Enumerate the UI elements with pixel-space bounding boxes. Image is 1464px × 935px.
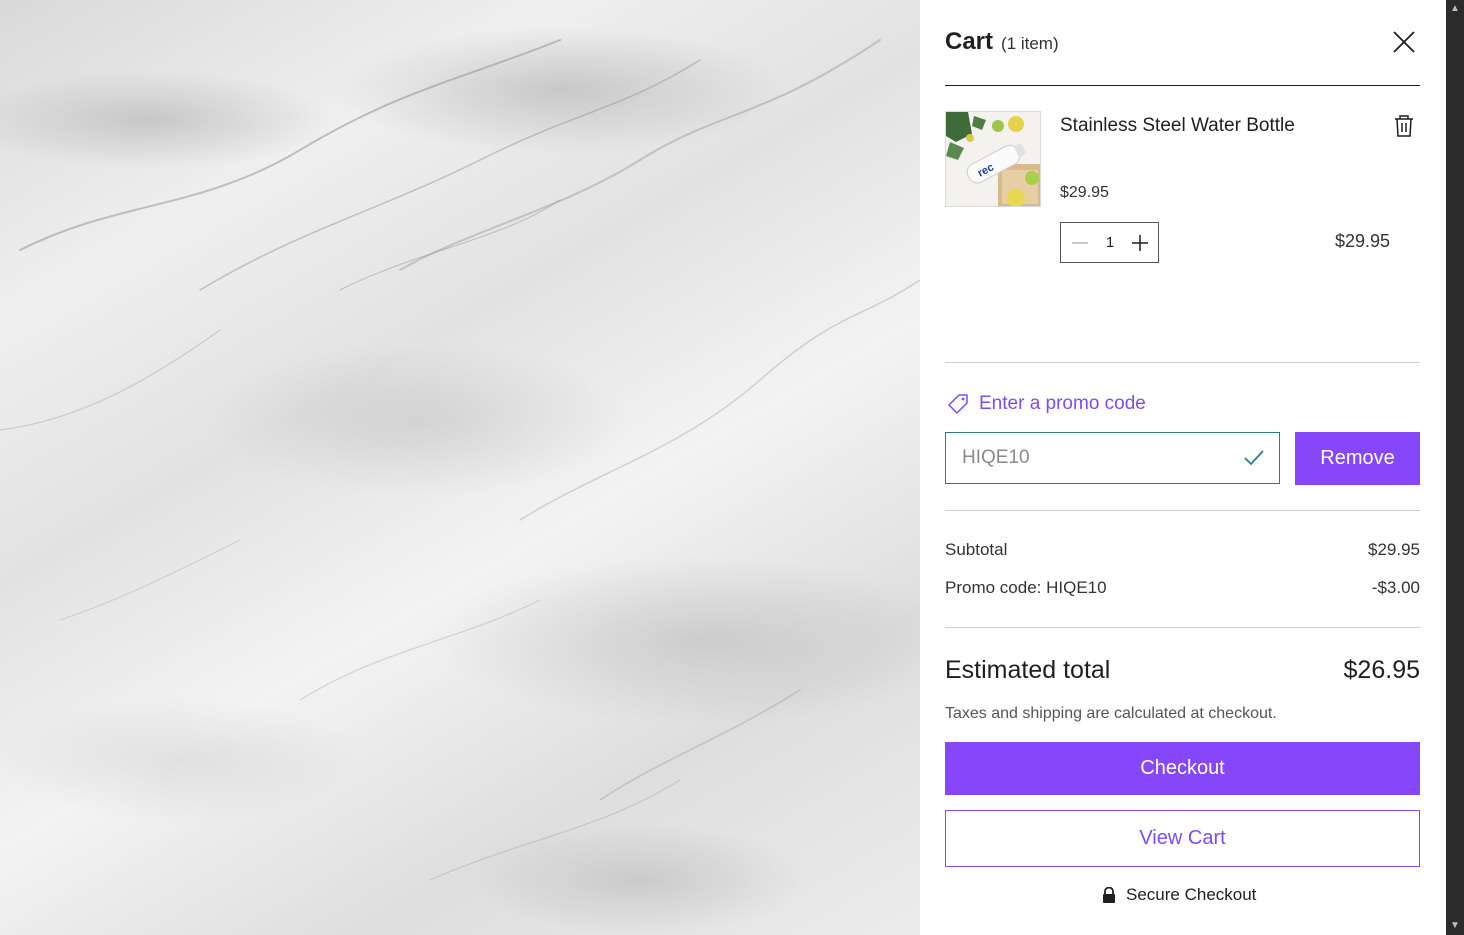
marble-veins <box>0 39 920 881</box>
secure-checkout-note: Secure Checkout <box>1102 884 1256 906</box>
promo-discount-label: Promo code: HIQE10 <box>945 578 1107 597</box>
product-image: rec <box>946 112 1040 206</box>
remove-item-button[interactable] <box>1393 114 1415 138</box>
promo-code-link-label: Enter a promo code <box>979 393 1146 414</box>
quantity-increase-button[interactable] <box>1129 232 1151 254</box>
estimated-total-value: $26.95 <box>1343 656 1420 684</box>
product-unit-price: $29.95 <box>1060 184 1109 201</box>
close-button[interactable] <box>1392 30 1416 54</box>
scroll-up-arrow-icon[interactable]: ▲ <box>1449 3 1461 15</box>
quantity-stepper: 1 <box>1060 222 1159 263</box>
estimated-total-label: Estimated total <box>945 656 1111 684</box>
cart-line-item: rec Stainless Steel Water Bottle $29.95 … <box>945 111 1420 363</box>
plus-icon <box>1132 235 1148 251</box>
promo-code-field <box>945 432 1280 484</box>
checkout-button[interactable]: Checkout <box>945 742 1420 795</box>
quantity-value[interactable]: 1 <box>1097 234 1123 251</box>
cart-panel: Cart (1 item) rec Stainless Steel Water … <box>920 0 1446 935</box>
divider <box>945 627 1420 628</box>
promo-code-input[interactable] <box>946 433 1236 483</box>
tax-shipping-note: Taxes and shipping are calculated at che… <box>945 705 1277 722</box>
divider <box>945 510 1420 511</box>
subtotal-value: $29.95 <box>1368 540 1420 559</box>
subtotal-label: Subtotal <box>945 540 1008 559</box>
cart-item-count: (1 item) <box>1001 34 1059 53</box>
cart-title: Cart <box>945 28 994 55</box>
trash-icon <box>1395 115 1413 137</box>
scrollbar[interactable]: ▲ ▼ <box>1446 0 1464 935</box>
lock-icon <box>1103 886 1115 903</box>
secure-checkout-label: Secure Checkout <box>1126 885 1257 904</box>
scroll-down-arrow-icon[interactable]: ▼ <box>1449 920 1461 932</box>
promo-code-link[interactable]: Enter a promo code <box>947 392 1146 416</box>
view-cart-button[interactable]: View Cart <box>945 810 1420 867</box>
line-total: $29.95 <box>1334 231 1390 251</box>
minus-icon <box>1072 242 1088 244</box>
close-icon <box>1393 31 1415 53</box>
quantity-decrease-button[interactable] <box>1069 232 1091 254</box>
promo-discount-value: -$3.00 <box>1371 578 1420 597</box>
marble-background <box>0 0 920 935</box>
check-icon <box>1244 450 1264 466</box>
product-name[interactable]: Stainless Steel Water Bottle <box>1060 112 1300 140</box>
tag-icon <box>948 394 968 414</box>
cart-header: Cart (1 item) <box>945 26 1420 86</box>
product-thumbnail[interactable]: rec <box>945 111 1041 207</box>
remove-promo-button[interactable]: Remove <box>1295 432 1420 485</box>
